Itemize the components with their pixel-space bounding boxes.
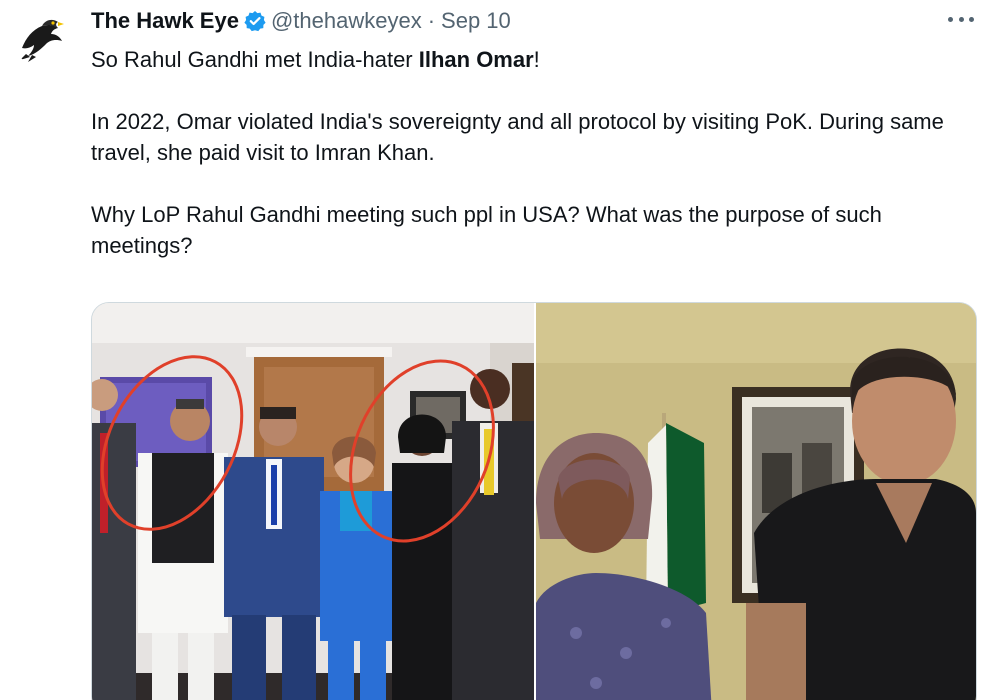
tweet-date[interactable]: Sep 10 (441, 8, 511, 34)
more-options-icon[interactable] (948, 11, 974, 27)
tweet-header: The Hawk Eye @thehawkeyex · Sep 10 (91, 5, 511, 37)
tweet-text-line1: So Rahul Gandhi met India-hater Ilhan Om… (91, 44, 981, 75)
separator-dot: · (427, 8, 436, 33)
hawk-logo-icon (12, 8, 70, 66)
tweet-paragraph-2: In 2022, Omar violated India's sovereign… (91, 109, 944, 165)
media-photo-omar-khan[interactable] (536, 303, 976, 700)
tweet-media (91, 302, 977, 700)
author-name[interactable]: The Hawk Eye (91, 8, 239, 34)
verified-badge-icon (244, 10, 266, 32)
text-segment: ! (533, 47, 540, 72)
text-segment: So Rahul Gandhi met India-hater (91, 47, 419, 72)
media-photo-meeting-group[interactable] (92, 303, 534, 700)
tweet-paragraph-3: Why LoP Rahul Gandhi meeting such ppl in… (91, 202, 882, 258)
author-avatar[interactable] (12, 8, 70, 66)
mention-ilhan-omar: Ilhan Omar (418, 47, 534, 72)
tweet: The Hawk Eye @thehawkeyex · Sep 10 So Ra… (0, 0, 1000, 700)
author-handle[interactable]: @thehawkeyex (271, 8, 422, 34)
tweet-text: So Rahul Gandhi met India-hater Ilhan Om… (91, 44, 981, 261)
